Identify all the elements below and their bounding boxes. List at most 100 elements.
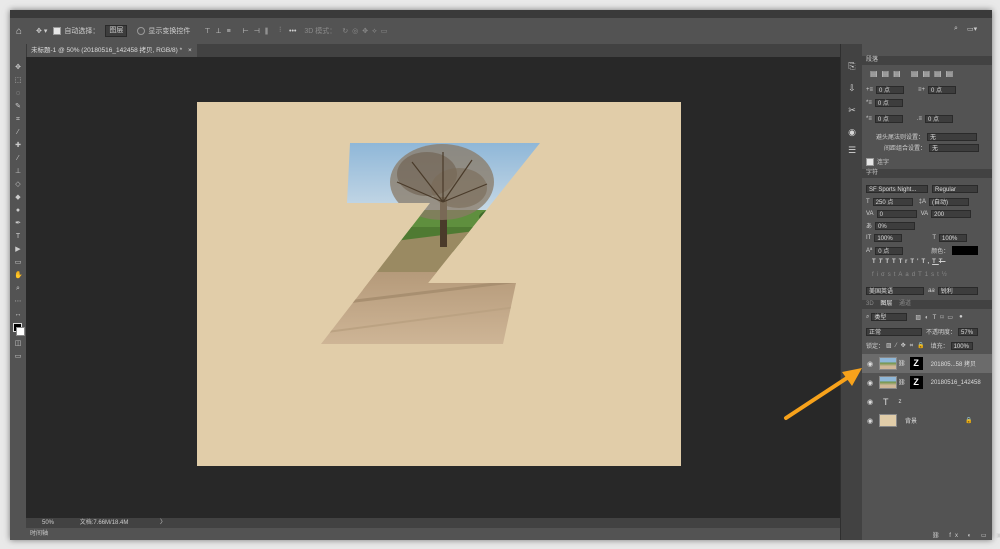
actions-icon[interactable]: ⇩ [846, 82, 858, 94]
layer-name[interactable]: 201805...58 拷贝 [931, 359, 976, 368]
text-color-swatch[interactable] [952, 246, 979, 255]
more-tools-icon[interactable]: ⋯ [14, 298, 22, 306]
titling-button[interactable]: T [918, 272, 925, 278]
paragraph-align-buttons[interactable]: ▤▤▤ ▤▤▤▤ [870, 69, 957, 78]
faux-style-buttons[interactable]: T T TT Tr T' T, T T [872, 259, 945, 265]
canvas-workspace[interactable] [26, 57, 840, 518]
zoom-level[interactable]: 50% [42, 520, 54, 526]
status-menu-arrow[interactable]: 〉 [160, 520, 166, 526]
eraser-tool-icon[interactable]: ◇ [14, 181, 22, 189]
discretionary-ligature-button[interactable]: st [888, 272, 899, 278]
layer-row[interactable]: ◉ 背景 🔒 [862, 411, 992, 430]
path-select-tool-icon[interactable]: ▶ [14, 246, 22, 254]
space-after-field[interactable]: 0 点 [925, 115, 954, 123]
indent-left-field[interactable]: 0 点 [876, 86, 905, 94]
healing-tool-icon[interactable]: ✚ [14, 142, 22, 150]
timeline-tab[interactable]: 时间轴 [26, 528, 840, 540]
paragraph-panel-header[interactable]: 段落 [862, 56, 992, 65]
anti-alias-dropdown[interactable]: 锐利 [937, 287, 978, 295]
faux-italic-button[interactable]: T [879, 259, 886, 265]
font-size-field[interactable]: 250 点 [872, 198, 913, 206]
color-icon[interactable]: ◉ [846, 126, 858, 138]
search-icon[interactable]: ⌕ [954, 25, 958, 33]
small-caps-button[interactable]: Tr [899, 259, 911, 265]
workspace-icon[interactable]: ▭▾ [967, 25, 977, 33]
vscale-field[interactable]: 100% [874, 234, 903, 242]
kerning-field[interactable]: 0 [876, 210, 917, 218]
underline-button[interactable]: T [932, 259, 939, 265]
document-canvas[interactable] [197, 102, 681, 466]
filter-toggle-icon[interactable]: ● [959, 314, 963, 320]
font-family-dropdown[interactable]: SF Sports Night... [866, 185, 928, 193]
move-tool-icon[interactable]: ✥ [14, 64, 22, 72]
faux-bold-button[interactable]: T [872, 259, 879, 265]
tab-3d[interactable]: 3D [866, 301, 874, 307]
tab-channels[interactable]: 通道 [899, 301, 911, 307]
dodge-tool-icon[interactable]: ● [14, 207, 22, 215]
auto-select-dropdown[interactable]: 图层 [105, 25, 128, 37]
lock-icons[interactable]: ▨⁄✥⌗🔒 [886, 342, 929, 350]
brush-tool-icon[interactable]: ⁄ [14, 155, 22, 163]
baseline-field[interactable]: 0 点 [875, 246, 904, 255]
type-tool-icon[interactable]: T [14, 233, 22, 241]
subscript-button[interactable]: T, [921, 259, 932, 265]
quick-select-tool-icon[interactable]: ✎ [14, 103, 22, 111]
stylistic-alternates-button[interactable]: ad [905, 272, 918, 278]
crop-tool-icon[interactable]: ⌗ [14, 116, 22, 124]
align-icons[interactable]: ⊤⊥≡ ⊢⊣∥ [204, 27, 273, 35]
hand-tool-icon[interactable]: ✋ [14, 272, 23, 280]
layer-name[interactable]: z [899, 399, 902, 405]
marquee-tool-icon[interactable]: ⬚ [14, 77, 22, 85]
first-line-field[interactable]: 0 点 [874, 99, 903, 107]
layer-filter-dropdown[interactable]: 类型 [871, 313, 908, 321]
space-before-field[interactable]: 0 点 [874, 115, 903, 123]
link-icon[interactable]: ⛓ [898, 379, 906, 386]
auto-select-checkbox[interactable]: 自动选择： [53, 26, 99, 36]
swash-button[interactable]: A [898, 272, 905, 278]
shape-tool-icon[interactable]: ▭ [14, 259, 22, 267]
superscript-button[interactable]: T' [910, 259, 921, 265]
fill-field[interactable]: 100% [950, 341, 973, 350]
adjustments-icon[interactable]: ☰ [846, 144, 858, 156]
show-transform-checkbox[interactable]: 显示变换控件 [137, 26, 190, 36]
layer-row[interactable]: ◉ ⛓ Z 201805...58 拷贝 [862, 354, 992, 373]
fractions-button[interactable]: ½ [942, 272, 950, 278]
home-icon[interactable]: ⌂ [16, 26, 22, 37]
layer-name[interactable]: 背景 [905, 416, 917, 425]
quick-mask-icon[interactable]: ◫ [14, 340, 22, 348]
close-tab-icon[interactable]: × [188, 47, 192, 54]
document-tab[interactable]: 未标题-1 @ 50% (20180516_142458 拷贝, RGB/8) … [26, 44, 197, 57]
stamp-tool-icon[interactable]: ⊥ [14, 168, 22, 176]
all-caps-button[interactable]: TT [885, 259, 898, 265]
blend-mode-dropdown[interactable]: 正常 [866, 327, 922, 336]
layer-mask-thumbnail[interactable]: Z [909, 376, 923, 389]
tab-layers[interactable]: 图层 [880, 301, 892, 307]
ligature-button[interactable]: fi [872, 272, 881, 278]
font-style-dropdown[interactable]: Regular [932, 185, 978, 193]
language-dropdown[interactable]: 美国英语 [866, 287, 924, 295]
more-options-button[interactable]: ••• [289, 28, 296, 35]
strikethrough-button[interactable]: T [939, 259, 946, 265]
screen-mode-icon[interactable]: ▭ [14, 353, 22, 361]
ordinals-button[interactable]: 1st [925, 272, 942, 278]
indent-right-field[interactable]: 0 点 [928, 86, 957, 94]
zoom-tool-icon[interactable]: ⌕ [14, 285, 22, 293]
3d-tools-icons[interactable]: ↻◎✥⟡▭ [342, 27, 391, 36]
paint-bucket-tool-icon[interactable]: ◆ [14, 194, 22, 202]
opacity-field[interactable]: 57% [958, 327, 979, 336]
move-tool-icon[interactable]: ✥ ▾ [36, 27, 47, 35]
leading-field[interactable]: (自动) [929, 198, 970, 206]
old-style-button[interactable]: σ [881, 272, 888, 278]
kinsoku-dropdown[interactable]: 无 [927, 132, 978, 141]
tracking-field[interactable]: 200 [931, 210, 972, 218]
link-icon[interactable]: ⛓ [898, 360, 906, 367]
layers-footer-icons[interactable]: ⛓ fx ◐ ▭ ▣ 🗑 [932, 532, 1000, 539]
lasso-tool-icon[interactable]: ◌ [14, 90, 22, 98]
hyphenate-checkbox[interactable]: 连字 [866, 157, 889, 166]
pen-tool-icon[interactable]: ✒ [14, 220, 22, 228]
layer-row[interactable]: ◉ T z [862, 392, 992, 411]
distribute-icon[interactable]: ⫶ [279, 27, 281, 35]
tools-presets-icon[interactable]: ✂ [846, 104, 858, 116]
layer-mask-thumbnail[interactable]: Z [909, 357, 923, 370]
history-icon[interactable]: ⎘ [846, 60, 858, 72]
